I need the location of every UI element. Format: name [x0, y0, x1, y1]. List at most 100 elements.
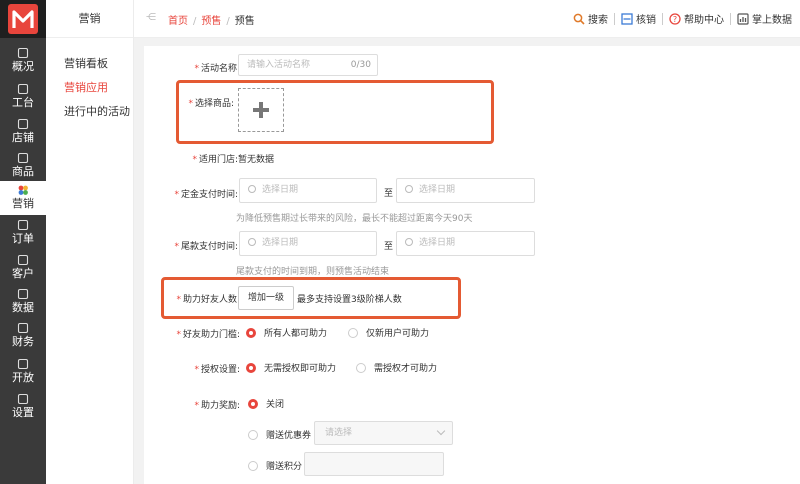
chevron-down-icon: [436, 426, 446, 436]
goods-icon: [17, 152, 29, 164]
store-value: 暂无数据: [238, 155, 275, 165]
deposit-time-label: * 定金支付时间:: [174, 190, 238, 200]
nav-item-store[interactable]: 店铺: [0, 115, 46, 149]
nav-item-marketing[interactable]: 营销: [0, 181, 46, 215]
nav-item-label: 财务: [12, 335, 34, 348]
highlight-box-goods: [176, 80, 494, 144]
sidebar-item-dashboard[interactable]: 营销看板: [64, 55, 108, 71]
nav-item-label: 订单: [12, 232, 34, 245]
activity-name-input[interactable]: 请输入活动名称 0/30: [238, 54, 378, 76]
nav-item-data[interactable]: 数据: [0, 285, 46, 319]
store-label: * 适用门店:: [192, 155, 238, 165]
reward-label: * 助力奖励:: [194, 401, 240, 411]
nav-item-label: 工台: [12, 96, 34, 109]
add-level-button[interactable]: 增加一级: [238, 286, 294, 310]
breadcrumb-current: 预售: [234, 16, 255, 27]
char-count: 0/30: [350, 60, 371, 70]
final-time-label: * 尾款支付时间:: [174, 242, 238, 252]
overview-icon: [17, 47, 29, 59]
nav-item-order[interactable]: 订单: [0, 216, 46, 250]
deposit-hint: 为降低预售期过长带来的风险，最长不能超过距离今天90天: [236, 214, 473, 224]
svg-text:?: ?: [673, 15, 677, 24]
scan-icon: [621, 12, 633, 25]
help-icon: ?: [669, 12, 681, 25]
nav-item-settings[interactable]: 设置: [0, 390, 46, 424]
sidebar-title: 营销: [46, 0, 133, 38]
finance-icon: [17, 322, 29, 334]
nav-item-label: 开放: [12, 371, 34, 384]
final-start-date[interactable]: 选择日期: [239, 231, 377, 256]
nav-item-label: 客户: [12, 267, 34, 280]
sidebar-item-apps[interactable]: 营销应用: [64, 79, 108, 95]
final-end-date[interactable]: 选择日期: [396, 231, 535, 256]
collapse-icon[interactable]: ⋲: [146, 12, 156, 23]
activity-name-label: * 活动名称:: [194, 64, 240, 74]
help-tool[interactable]: ? 帮助中心: [669, 11, 724, 26]
desk-icon: [17, 83, 29, 95]
secondary-sidebar: 营销 营销看板 营销应用 进行中的活动: [46, 0, 134, 484]
search-label: 搜索: [588, 15, 608, 26]
search-icon: [573, 13, 585, 25]
deposit-to: 至: [384, 189, 394, 199]
breadcrumb-presale[interactable]: 预售: [201, 16, 221, 27]
nav-item-label: 设置: [12, 406, 34, 419]
nav-item-overview[interactable]: 概况: [0, 44, 46, 78]
top-bar: ⋲ 首页 / 预售 / 预售 搜索 核销 ? 帮助中心 掌上数据: [134, 0, 800, 38]
deposit-start-date[interactable]: 选择日期: [239, 178, 377, 203]
points-input[interactable]: [304, 452, 444, 476]
customer-icon: [17, 254, 29, 266]
nav-item-finance[interactable]: 财务: [0, 319, 46, 353]
select-goods-label: * 选择商品:: [188, 99, 234, 109]
logo-mark: [8, 4, 38, 34]
search-tool[interactable]: 搜索: [573, 11, 608, 26]
threshold-all-radio[interactable]: 所有人都可助力: [246, 326, 327, 339]
reward-off-radio[interactable]: 关闭: [248, 397, 284, 410]
auth-none-radio[interactable]: 无需授权即可助力: [246, 361, 336, 374]
breadcrumb-home[interactable]: 首页: [168, 16, 188, 27]
clock-icon: [405, 185, 413, 193]
final-hint: 尾款支付的时间到期，则预售活动结束: [236, 267, 390, 277]
mobile-chart-icon: [737, 12, 749, 25]
clock-icon: [248, 238, 256, 246]
auth-required-radio[interactable]: 需授权才可助力: [356, 361, 437, 374]
nav-item-customer[interactable]: 客户: [0, 251, 46, 285]
plus-icon: [253, 102, 269, 118]
clock-icon: [405, 238, 413, 246]
form-panel: * 活动名称: 请输入活动名称 0/30 * 选择商品: * 适用门店: 暂无数据 * 定…: [144, 46, 800, 484]
clock-icon: [248, 185, 256, 193]
friends-count-label: * 助力好友人数:: [176, 295, 240, 305]
order-icon: [17, 219, 29, 231]
app-logo[interactable]: [0, 0, 46, 38]
final-to: 至: [384, 242, 394, 252]
settings-icon: [17, 393, 29, 405]
auth-label: * 授权设置:: [194, 365, 240, 375]
mobile-data-tool[interactable]: 掌上数据: [737, 11, 792, 26]
nav-item-label: 营销: [12, 197, 34, 210]
threshold-new-radio[interactable]: 仅新用户可助力: [348, 326, 429, 339]
breadcrumb: 首页 / 预售 / 预售: [168, 16, 255, 27]
add-goods-button[interactable]: [238, 88, 284, 132]
store-icon: [17, 118, 29, 130]
friends-hint: 最多支持设置3级阶梯人数: [297, 295, 402, 305]
reward-coupon-radio[interactable]: 赠送优惠券: [248, 428, 311, 441]
verify-label: 核销: [636, 15, 656, 26]
toolbar: 搜索 核销 ? 帮助中心 掌上数据: [573, 11, 792, 26]
threshold-label: * 好友助力门槛:: [176, 330, 240, 340]
nav-item-label: 店铺: [12, 131, 34, 144]
deposit-end-date[interactable]: 选择日期: [396, 178, 535, 203]
mobile-data-label: 掌上数据: [752, 15, 792, 26]
nav-item-label: 概况: [12, 60, 34, 73]
marketing-icon: [18, 185, 28, 195]
nav-item-open[interactable]: 开放: [0, 355, 46, 389]
data-icon: [17, 288, 29, 300]
nav-item-goods[interactable]: 商品: [0, 149, 46, 183]
open-icon: [17, 358, 29, 370]
sidebar-item-ongoing[interactable]: 进行中的活动: [64, 103, 130, 119]
verify-tool[interactable]: 核销: [621, 11, 656, 26]
coupon-select[interactable]: 请选择: [314, 421, 453, 445]
nav-item-desk[interactable]: 工台: [0, 80, 46, 114]
reward-points-radio[interactable]: 赠送积分: [248, 459, 302, 472]
help-label: 帮助中心: [684, 15, 724, 26]
nav-item-label: 商品: [12, 165, 34, 178]
nav-item-label: 数据: [12, 301, 34, 314]
